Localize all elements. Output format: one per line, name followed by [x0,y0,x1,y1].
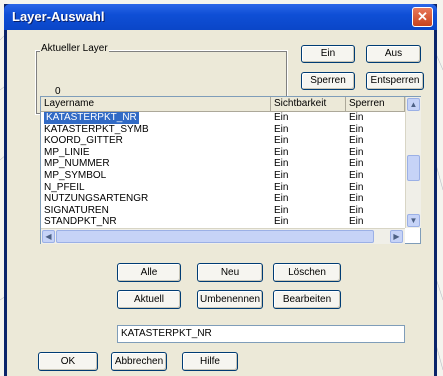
lock-cell: Ein [349,193,364,205]
close-icon: ✕ [417,9,428,24]
visibility-cell: Ein [274,216,289,228]
visibility-cell: Ein [274,193,289,205]
on-button[interactable]: Ein [301,45,355,63]
chevron-down-icon: ▼ [409,216,418,225]
layer-list-row[interactable]: MP_NUMMER Ein Ein [41,158,405,170]
horizontal-scroll-thumb[interactable] [56,230,374,243]
layer-name-cell: KATASTERPKT_NR [44,112,139,124]
all-button[interactable]: Alle [117,263,181,282]
title-bar[interactable]: Layer-Auswahl ✕ [4,4,437,30]
column-header-visibility[interactable]: Sichtbarkeit [271,97,346,111]
scroll-left-button[interactable]: ◀ [42,230,55,243]
visibility-cell: Ein [274,146,289,158]
layer-list-row[interactable]: NUTZUNGSARTENGR Ein Ein [41,193,405,205]
layer-list-row[interactable]: MP_LINIE Ein Ein [41,147,405,159]
visibility-cell: Ein [274,181,289,193]
column-header-lock[interactable]: Sperren [346,97,405,111]
visibility-cell: Ein [274,123,289,135]
lock-cell: Ein [349,146,364,158]
lock-cell: Ein [349,112,364,123]
scroll-up-button[interactable]: ▲ [407,98,420,111]
current-layer-legend: Aktueller Layer [40,43,109,54]
window-title: Layer-Auswahl [12,9,105,24]
layer-name-cell: KOORD_GITTER [44,135,123,147]
new-button[interactable]: Neu [197,263,263,282]
layer-name-field[interactable]: KATASTERPKT_NR [117,325,405,343]
dialog-client-area: Aktueller Layer 0 Ein Aus Sperren Entspe… [7,30,434,376]
layer-list[interactable]: Layername Sichtbarkeit Sperren KATASTERP… [40,96,421,244]
layer-name-cell: N_PFEIL [44,181,85,193]
chevron-right-icon: ▶ [393,232,400,241]
lock-cell: Ein [349,204,364,216]
layer-name-cell: STANDPKT_NR [44,216,117,228]
vertical-scrollbar[interactable]: ▲ ▼ [405,97,421,228]
visibility-cell: Ein [274,158,289,170]
lock-cell: Ein [349,181,364,193]
cancel-button[interactable]: Abbrechen [111,352,167,371]
horizontal-scrollbar[interactable]: ◀ ▶ [41,228,405,244]
scroll-down-button[interactable]: ▼ [407,214,420,227]
help-button[interactable]: Hilfe [182,352,238,371]
layer-list-row[interactable]: SIGNATUREN Ein Ein [41,205,405,217]
close-button[interactable]: ✕ [412,7,433,27]
visibility-cell: Ein [274,112,289,123]
layer-name-cell: MP_SYMBOL [44,169,107,181]
layer-name-cell: MP_NUMMER [44,158,110,170]
layer-selection-dialog: Layer-Auswahl ✕ Aktueller Layer 0 Ein Au… [4,4,437,376]
lock-cell: Ein [349,135,364,147]
visibility-cell: Ein [274,204,289,216]
layer-list-row[interactable]: MP_SYMBOL Ein Ein [41,170,405,182]
visibility-cell: Ein [274,169,289,181]
layer-list-row[interactable]: KATASTERPKT_SYMB Ein Ein [41,124,405,136]
scroll-right-button[interactable]: ▶ [390,230,403,243]
chevron-up-icon: ▲ [409,100,418,109]
layer-list-row[interactable]: N_PFEIL Ein Ein [41,182,405,194]
column-header-name[interactable]: Layername [41,97,271,111]
layer-list-row[interactable]: KOORD_GITTER Ein Ein [41,135,405,147]
lock-cell: Ein [349,123,364,135]
layer-name-cell: KATASTERPKT_SYMB [44,123,149,135]
chevron-left-icon: ◀ [45,232,52,241]
ok-button[interactable]: OK [38,352,98,371]
lock-cell: Ein [349,169,364,181]
visibility-cell: Ein [274,135,289,147]
lock-cell: Ein [349,158,364,170]
off-button[interactable]: Aus [366,45,421,63]
unlock-button[interactable]: Entsperren [366,72,424,90]
layer-list-rows: KATASTERPKT_NR Ein Ein KATASTERPKT_SYMB Ein E… [41,112,405,228]
lock-button[interactable]: Sperren [301,72,355,90]
layer-list-row[interactable]: STANDPKT_NR Ein Ein [41,216,405,228]
layer-list-header: Layername Sichtbarkeit Sperren [41,97,405,112]
layer-name-cell: NUTZUNGSARTENGR [44,193,149,205]
layer-name-cell: MP_LINIE [44,146,90,158]
rename-button[interactable]: Umbenennen [197,290,263,309]
lock-cell: Ein [349,216,364,228]
layer-name-cell: SIGNATUREN [44,204,109,216]
delete-button[interactable]: Löschen [273,263,341,282]
scroll-thumb[interactable] [407,155,420,181]
set-current-button[interactable]: Aktuell [117,290,181,309]
layer-list-row[interactable]: KATASTERPKT_NR Ein Ein [41,112,405,124]
edit-button[interactable]: Bearbeiten [273,290,341,309]
